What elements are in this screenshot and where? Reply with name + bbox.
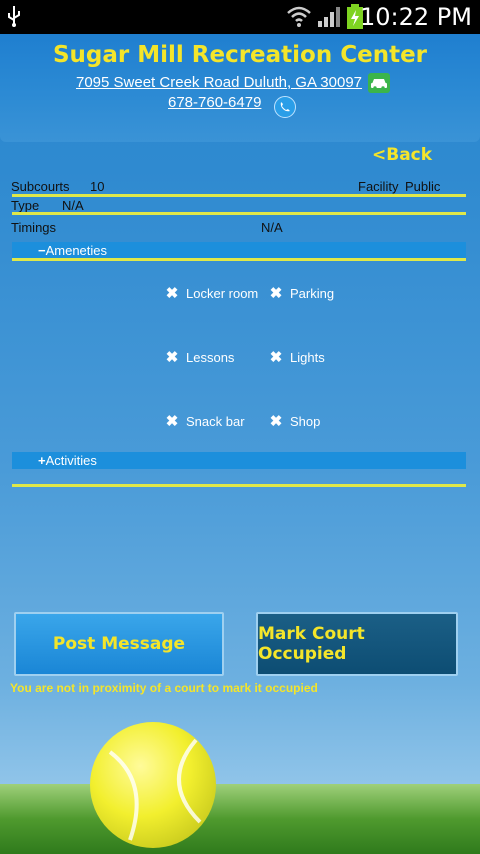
unavailable-icon: ✖ [165,349,179,366]
type-label: Type [11,198,40,213]
timings-value: N/A [261,220,283,235]
unavailable-icon: ✖ [269,285,283,302]
unavailable-icon: ✖ [165,413,179,430]
clock: 10:22 PM [360,3,472,31]
activities-toggle[interactable]: +Activities [12,452,466,469]
expand-icon: + [38,453,46,468]
back-button[interactable]: <Back [372,145,432,165]
facility-label: Facility [358,179,399,194]
amenity-lights: ✖ Lights [269,349,325,366]
divider [12,212,466,215]
venue-address-link[interactable]: 7095 Sweet Creek Road Duluth, GA 30097 [76,74,362,91]
usb-icon [8,6,20,27]
divider [12,484,466,487]
type-value: N/A [62,198,84,213]
divider [12,258,466,261]
timings-label: Timings [11,220,57,235]
venue-title: Sugar Mill Recreation Center [52,42,428,68]
venue-phone-link[interactable]: 678-760-6479 [168,94,261,111]
activities-label: Activities [45,453,97,468]
grass-image [0,784,480,854]
facility-value: Public [405,179,441,194]
subcourts-value: 10 [90,179,105,194]
wifi-icon [287,6,311,27]
phone-icon[interactable] [274,96,296,118]
amenity-snack-bar: ✖ Snack bar [165,413,245,430]
subcourts-label: Subcourts [11,179,70,194]
tennis-ball-image [90,722,216,848]
unavailable-icon: ✖ [165,285,179,302]
amenity-shop: ✖ Shop [269,413,321,430]
unavailable-icon: ✖ [269,413,283,430]
amenity-lessons: ✖ Lessons [165,349,235,366]
venue-header: Sugar Mill Recreation Center 7095 Sweet … [0,34,480,142]
collapse-icon: − [38,243,46,258]
ameneties-toggle[interactable]: −Ameneties [12,242,466,259]
proximity-warning: You are not in proximity of a court to m… [10,681,318,695]
mark-court-occupied-button[interactable]: Mark Court Occupied [256,612,458,676]
amenity-locker-room: ✖ Locker room [165,285,259,302]
amenity-parking: ✖ Parking [269,285,335,302]
unavailable-icon: ✖ [269,349,283,366]
status-bar: 10:22 PM [0,0,480,34]
divider [12,194,466,197]
post-message-button[interactable]: Post Message [14,612,224,676]
car-directions-icon[interactable] [368,73,390,93]
signal-icon [318,7,340,27]
ameneties-label: Ameneties [45,243,108,258]
